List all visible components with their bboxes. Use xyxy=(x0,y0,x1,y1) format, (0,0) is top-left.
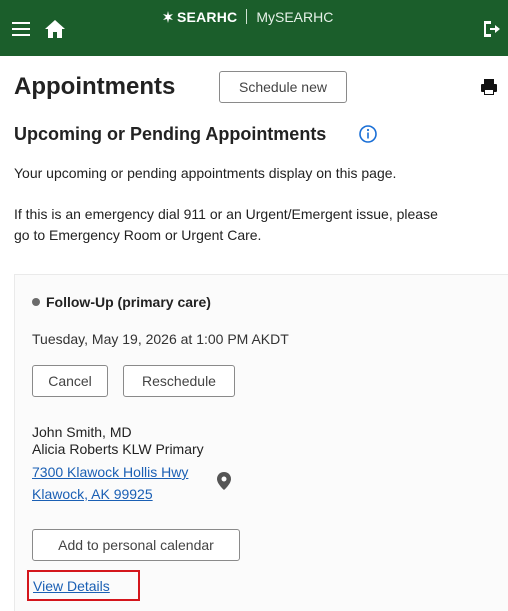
status-dot-icon xyxy=(32,298,40,306)
section-title: Upcoming or Pending Appointments xyxy=(14,124,327,144)
view-details-link[interactable]: View Details xyxy=(27,570,140,601)
schedule-new-button[interactable]: Schedule new xyxy=(219,71,347,103)
address-line2-link[interactable]: Klawock, AK 99925 xyxy=(32,486,153,502)
clinic-name: Alicia Roberts KLW Primary xyxy=(32,441,204,457)
address-line1-link[interactable]: 7300 Klawock Hollis Hwy xyxy=(32,464,188,480)
print-icon[interactable] xyxy=(480,78,498,96)
logo-icon xyxy=(163,11,173,23)
appointment-date: Tuesday, May 19, 2026 at 1:00 PM AKDT xyxy=(32,331,289,347)
portal-name: MySEARHC xyxy=(256,9,334,25)
info-icon[interactable] xyxy=(359,125,377,143)
page-title: Appointments xyxy=(14,73,176,100)
map-pin-icon[interactable] xyxy=(217,472,231,490)
appointment-type-label: Follow-Up (primary care) xyxy=(46,294,211,310)
menu-icon[interactable] xyxy=(12,22,30,36)
logout-icon[interactable] xyxy=(482,19,500,39)
cancel-button[interactable]: Cancel xyxy=(32,365,108,397)
appointment-type: Follow-Up (primary care) xyxy=(32,294,211,310)
provider-name: John Smith, MD xyxy=(32,424,132,440)
brand-logo[interactable]: SEARHC MySEARHC xyxy=(162,9,333,25)
brand-divider xyxy=(246,9,248,24)
brand-name: SEARHC xyxy=(177,9,238,25)
emergency-notice: If this is an emergency dial 911 or an U… xyxy=(14,204,504,246)
appointment-card: Follow-Up (primary care) Tuesday, May 19… xyxy=(14,274,508,611)
add-to-calendar-button[interactable]: Add to personal calendar xyxy=(32,529,240,561)
reschedule-button[interactable]: Reschedule xyxy=(123,365,235,397)
emergency-notice-line2: go to Emergency Room or Urgent Care. xyxy=(14,227,262,243)
section-description: Your upcoming or pending appointments di… xyxy=(14,165,397,181)
emergency-notice-line1: If this is an emergency dial 911 or an U… xyxy=(14,206,438,222)
top-navigation-bar: SEARHC MySEARHC xyxy=(0,0,508,56)
page-header: Appointments Schedule new xyxy=(14,70,508,106)
home-icon[interactable] xyxy=(44,19,66,39)
